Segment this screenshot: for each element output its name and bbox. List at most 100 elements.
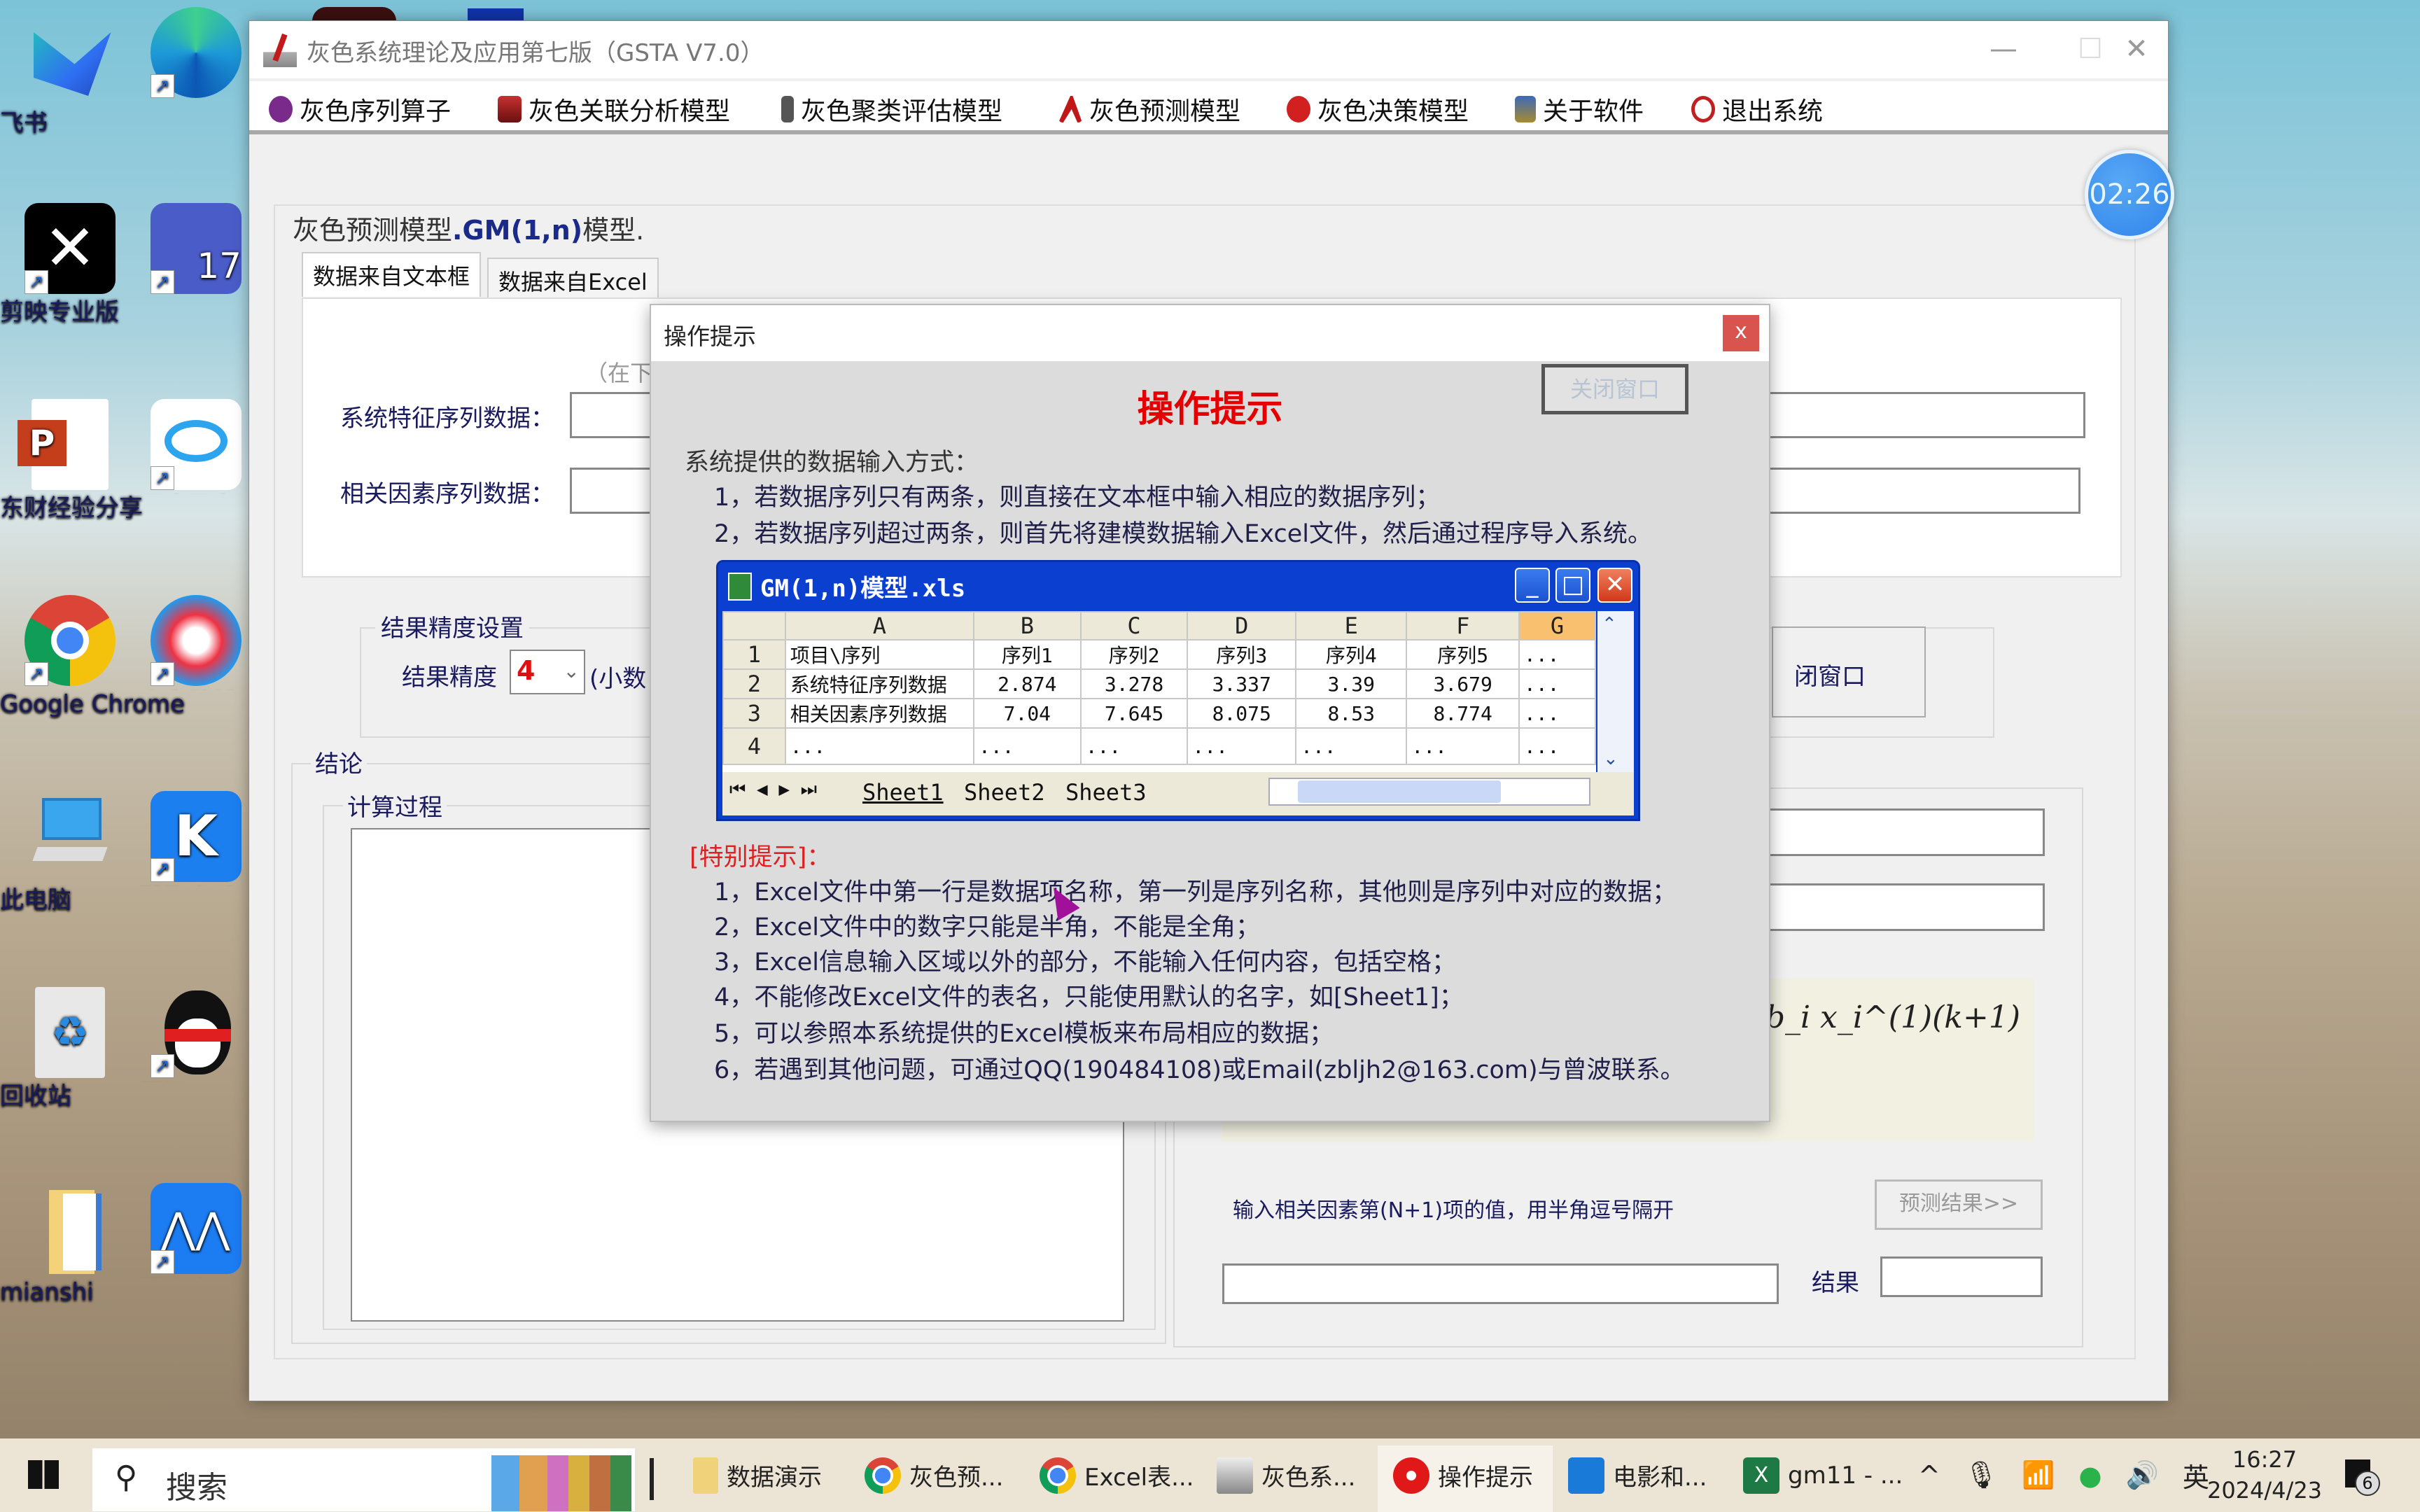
special-tip-label: [特别提示]： bbox=[690, 844, 832, 872]
next-value-input[interactable] bbox=[1222, 1264, 1779, 1304]
taskbar-app-tip[interactable]: 操作提示 bbox=[1393, 1438, 1533, 1512]
column-header: F bbox=[1406, 611, 1520, 640]
chrome-icon bbox=[865, 1457, 901, 1494]
excel-vertical-scrollbar: ⌃ ⌄ bbox=[1597, 611, 1634, 772]
precision-label: 结果精度 bbox=[402, 664, 497, 692]
method-item: 2，若数据序列超过两条，则首先将建模数据输入Excel文件，然后通过程序导入系统… bbox=[714, 520, 1652, 548]
relation-icon bbox=[498, 96, 522, 122]
title-bar: 灰色系统理论及应用第七版（GSTA V7.0） — ☐ ✕ bbox=[249, 21, 2168, 78]
close-button[interactable]: ✕ bbox=[2105, 28, 2168, 70]
desktop-icon-jianying[interactable]: ✕ ↗ 剪映专业版 bbox=[0, 203, 140, 326]
taskbar-app-chrome-2[interactable]: Excel表... bbox=[1040, 1438, 1194, 1512]
menu-grey-forecast[interactable]: 灰色预测模型 bbox=[1058, 91, 1240, 127]
folder-icon bbox=[693, 1457, 718, 1494]
desktop-icon-recycle-bin[interactable]: ♻ 回收站 bbox=[0, 987, 140, 1110]
tip-dialog: 操作提示 x 关闭窗口 操作提示 系统提供的数据输入方式： 1，若数据序列只有两… bbox=[650, 304, 1770, 1122]
menu-about[interactable]: 关于软件 bbox=[1515, 91, 1644, 127]
clock[interactable]: 16:27 2024/4/23 bbox=[2198, 1444, 2331, 1506]
note-item: 6，若遇到其他问题，可通过QQ(190484108)或Email(zbljh2@… bbox=[714, 1056, 1685, 1084]
wifi-icon[interactable]: 📶 bbox=[2022, 1460, 2055, 1491]
intro-text: 系统提供的数据输入方式： bbox=[685, 449, 979, 477]
predict-result-button[interactable]: 预测结果>> bbox=[1875, 1180, 2043, 1230]
result-input[interactable] bbox=[1880, 1256, 2043, 1297]
desktop-icon-this-pc[interactable]: 此电脑 bbox=[0, 791, 140, 914]
desktop-icon-qq[interactable]: ↗ 腾讯QQ bbox=[140, 987, 252, 1082]
next-value-label: 输入相关因素第(N+1)项的值，用半角逗号隔开 bbox=[1233, 1198, 1674, 1223]
chrome-icon bbox=[1040, 1457, 1076, 1494]
excel-minimize-icon: _ bbox=[1515, 568, 1550, 603]
taskbar: ⚲ 搜索 数据演示 灰色预... Excel表... 灰色系... 操作提示 电… bbox=[0, 1438, 2420, 1512]
folder-icon bbox=[25, 1183, 116, 1274]
microphone-icon[interactable]: 🎙 bbox=[1964, 1460, 1998, 1491]
desktop-icon-baidu[interactable]: ↗ 百度网盘 bbox=[140, 399, 252, 494]
desktop-icon-feishu[interactable]: 飞书 bbox=[0, 14, 140, 137]
taskbar-app-excel[interactable]: X gm11 - ... bbox=[1743, 1438, 1903, 1512]
desktop-icon-stata[interactable]: 17↗ StataMP 17 (64-bit) bbox=[140, 203, 252, 298]
menu-grey-decision[interactable]: 灰色决策模型 bbox=[1287, 91, 1469, 127]
page-title: 灰色预测模型.GM(1,n)模型. bbox=[293, 215, 645, 246]
column-header: E bbox=[1295, 611, 1408, 640]
kugou-icon: K ↗ bbox=[151, 791, 242, 882]
notification-button[interactable]: 6 bbox=[2345, 1460, 2383, 1497]
input-hint: （在下 bbox=[585, 360, 653, 386]
taskbar-app-gsta[interactable]: 灰色系... bbox=[1217, 1438, 1355, 1512]
decision-icon bbox=[1287, 96, 1310, 122]
dialog-close-button[interactable]: x bbox=[1723, 315, 1759, 351]
chevron-down-icon: ⌄ bbox=[563, 659, 580, 682]
sheet-tab: Sheet3 bbox=[1065, 779, 1147, 806]
column-header-selected: G bbox=[1518, 611, 1596, 640]
excel-file-icon bbox=[728, 572, 752, 601]
tray-chevron-icon[interactable]: ^ bbox=[1918, 1460, 1940, 1491]
close-window-button-behind[interactable]: 闭窗口 bbox=[1772, 626, 1926, 718]
desktop-icon-edge[interactable]: ↗ Microsoft Edge bbox=[140, 7, 252, 102]
sheet-tab-active: Sheet1 bbox=[862, 779, 944, 806]
scroll-up-icon: ⌃ bbox=[1602, 614, 1617, 635]
feishu-icon bbox=[34, 32, 111, 96]
notification-count-badge: 6 bbox=[2355, 1471, 2380, 1496]
window-title: 灰色系统理论及应用第七版（GSTA V7.0） bbox=[307, 39, 764, 67]
menu-bar: 灰色序列算子 灰色关联分析模型 灰色聚类评估模型 灰色预测模型 灰色决策模型 关… bbox=[249, 81, 2168, 134]
minimize-button[interactable]: — bbox=[1972, 28, 2035, 70]
taskbar-app-movies[interactable]: 电影和... bbox=[1568, 1438, 1707, 1512]
process-label: 计算过程 bbox=[343, 788, 447, 822]
excel-icon: X bbox=[1743, 1457, 1779, 1494]
desktop-icon-xiaoniao[interactable]: ↗ 小鸟壁纸 bbox=[140, 595, 252, 690]
desktop-icon-chrome[interactable]: ↗ Google Chrome bbox=[0, 595, 185, 718]
tab-text-input[interactable]: 数据来自文本框 bbox=[302, 252, 482, 297]
stata-icon: 17 ↗ bbox=[151, 203, 242, 294]
menu-exit[interactable]: 退出系统 bbox=[1691, 91, 1823, 127]
chrome-icon: ↗ bbox=[25, 595, 116, 686]
menu-grey-sequence-operator[interactable]: 灰色序列算子 bbox=[269, 91, 451, 127]
cluster-icon bbox=[781, 96, 794, 122]
menu-grey-relational-analysis[interactable]: 灰色关联分析模型 bbox=[498, 91, 730, 127]
result-label: 结果 bbox=[1812, 1269, 1859, 1297]
system-series-label: 系统特征序列数据： bbox=[340, 405, 554, 433]
dialog-title-bar: 操作提示 x bbox=[651, 305, 1769, 361]
note-item: 2，Excel文件中的数字只能是半角，不能是全角； bbox=[714, 913, 1260, 941]
desktop-icon-ppt[interactable]: P 东财经验分享 bbox=[0, 399, 143, 522]
menu-grey-cluster-evaluation[interactable]: 灰色聚类评估模型 bbox=[781, 91, 1002, 127]
exit-icon bbox=[1691, 96, 1715, 122]
taskbar-app-folder[interactable]: 数据演示 bbox=[693, 1438, 822, 1512]
excel-example: GM(1,n)模型.xls _ □ ✕ A B C D E F G 1 项目\序… bbox=[716, 560, 1640, 821]
search-highlight-books-icon bbox=[491, 1455, 631, 1511]
volume-icon[interactable]: 🔊 bbox=[2126, 1460, 2159, 1491]
start-button[interactable] bbox=[28, 1438, 59, 1512]
movies-icon bbox=[1568, 1457, 1604, 1494]
tab-excel-input[interactable]: 数据来自Excel bbox=[487, 258, 659, 302]
factor-series-label: 相关因素序列数据： bbox=[340, 480, 554, 508]
timer-badge[interactable]: 02:26 bbox=[2085, 150, 2174, 239]
edge-icon: ↗ bbox=[151, 7, 242, 98]
taskbar-app-chrome-1[interactable]: 灰色预... bbox=[865, 1438, 1003, 1512]
desktop-icon-tencent-meeting[interactable]: ⋀⋀↗ 腾讯会议 bbox=[140, 1183, 252, 1278]
column-header: C bbox=[1079, 611, 1189, 640]
search-box[interactable]: ⚲ 搜索 bbox=[92, 1448, 635, 1511]
desktop-icon-kugou[interactable]: K↗ 酷狗音乐 bbox=[140, 791, 252, 886]
desktop-icon-mianshi[interactable]: mianshi bbox=[0, 1183, 140, 1306]
excel-maximize-icon: □ bbox=[1555, 568, 1590, 603]
taskbar-separator bbox=[650, 1458, 654, 1500]
precision-select[interactable]: 4 ⌄ bbox=[510, 650, 585, 694]
wechat-icon[interactable]: ● bbox=[2078, 1460, 2101, 1491]
excel-sheet-tabs: ⏮ ◀ ▶ ⏭ Sheet1 Sheet2 Sheet3 bbox=[722, 772, 1634, 816]
note-item: 4，不能修改Excel文件的表名，只能使用默认的名字，如[Sheet1]； bbox=[714, 983, 1464, 1011]
